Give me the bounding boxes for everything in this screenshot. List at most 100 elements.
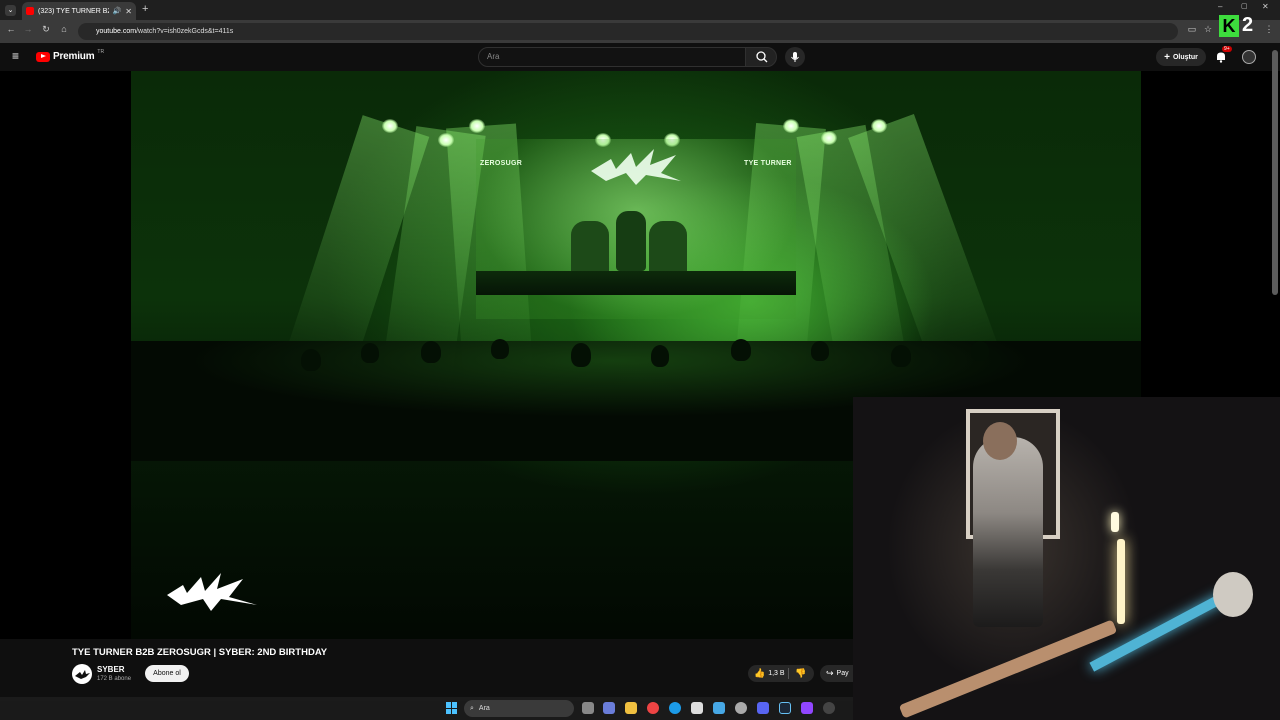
k2-logo: K 2 <box>1219 14 1253 37</box>
youtube-header: ≡ Premium TR Ara + Oluştur 9+ <box>0 43 1280 71</box>
page-scrollbar[interactable] <box>1272 50 1278 295</box>
windows-start-icon[interactable] <box>446 702 458 714</box>
desk-edge <box>898 619 1118 719</box>
like-button[interactable]: 👍 1,3 B <box>748 668 788 679</box>
tab-close-icon[interactable]: ✕ <box>125 7 132 16</box>
url-host: youtube.com <box>96 28 137 35</box>
stage-light <box>438 133 454 147</box>
stage-light <box>871 119 887 133</box>
crowd-head <box>361 343 379 363</box>
new-tab-button[interactable]: + <box>142 3 148 15</box>
obs-icon[interactable] <box>823 702 835 714</box>
channel-name[interactable]: SYBER <box>97 665 125 674</box>
stage-light <box>821 131 837 145</box>
reload-icon[interactable]: ↻ <box>39 24 53 35</box>
helmet <box>1213 572 1253 617</box>
crowd-head <box>571 343 591 367</box>
search-button[interactable] <box>745 47 777 67</box>
steam-icon[interactable] <box>779 702 791 714</box>
youtube-play-icon <box>36 51 50 62</box>
stage-light <box>783 119 799 133</box>
notification-badge: 9+ <box>1222 46 1232 52</box>
like-count: 1,3 B <box>768 670 785 677</box>
logo-text: Premium <box>53 51 95 62</box>
taskbar-search-icon: ⌕ <box>470 704 474 712</box>
bookmark-star-icon[interactable]: ☆ <box>1201 24 1215 35</box>
crowd-head <box>301 349 321 371</box>
store-icon[interactable] <box>691 702 703 714</box>
notifications-button[interactable] <box>1214 50 1228 64</box>
taskbar: ⌕ Ara <box>0 697 853 720</box>
crowd-head <box>491 339 509 359</box>
logo-region: TR <box>97 48 105 55</box>
light-tube <box>1117 539 1125 624</box>
create-button[interactable]: + Oluştur <box>1156 48 1206 66</box>
vscode-icon[interactable] <box>713 702 725 714</box>
person-head <box>983 422 1017 460</box>
k-logo-icon: K <box>1219 14 1239 37</box>
crowd-head <box>971 341 989 361</box>
stage-light <box>469 119 485 133</box>
voice-search-button[interactable] <box>785 47 805 67</box>
minimize-button[interactable]: – <box>1218 2 1222 11</box>
thumbs-down-icon: 👎 <box>795 668 807 678</box>
back-icon[interactable]: ← <box>4 24 18 34</box>
address-bar[interactable]: youtube.com/watch?v=ish0zekGcds&t=411s <box>78 23 1178 40</box>
video-info: TYE TURNER B2B ZEROSUGR | SYBER: 2ND BIR… <box>0 639 860 701</box>
person-figure <box>973 437 1043 627</box>
search-input[interactable]: Ara <box>478 47 746 67</box>
syber-logo-on-screen <box>591 149 681 185</box>
share-label: Pay <box>836 670 849 677</box>
stage-name-right: TYE TURNER <box>744 160 792 167</box>
create-label: Oluştur <box>1172 53 1198 61</box>
taskbar-search[interactable]: ⌕ Ara <box>464 700 574 717</box>
like-dislike-group: 👍 1,3 B 👎 <box>748 665 814 682</box>
dj-booth <box>476 271 796 295</box>
stage-light <box>382 119 398 133</box>
maximize-button[interactable]: ▢ <box>1241 2 1248 10</box>
cast-icon[interactable]: ▭ <box>1185 24 1199 35</box>
window-close-button[interactable]: ✕ <box>1262 2 1269 11</box>
crowd-head <box>891 345 911 367</box>
lamp-light <box>1111 512 1119 532</box>
microphone-icon <box>791 52 799 62</box>
tab-search-button[interactable]: ⌄ <box>5 5 16 16</box>
bell-icon <box>1217 52 1225 63</box>
plus-icon: + <box>1164 51 1170 63</box>
browser-tab[interactable]: (323) TYE TURNER B2B ZE 🔊 ✕ <box>22 2 136 20</box>
subscribe-button[interactable]: Abone ol <box>145 665 189 682</box>
video-title: TYE TURNER B2B ZEROSUGR | SYBER: 2ND BIR… <box>72 647 328 658</box>
settings-gear-icon[interactable] <box>735 702 747 714</box>
home-icon[interactable]: ⌂ <box>57 24 71 34</box>
twitch-icon[interactable] <box>801 702 813 714</box>
crowd-head <box>651 345 669 367</box>
syber-logo-icon <box>75 670 90 679</box>
webcam-overlay <box>853 397 1280 720</box>
k2-logo-number: 2 <box>1242 14 1254 36</box>
task-view-icon[interactable] <box>582 702 594 714</box>
browser-tab-strip: ⌄ (323) TYE TURNER B2B ZE 🔊 ✕ + – ▢ ✕ <box>0 0 1280 20</box>
channel-avatar[interactable] <box>72 664 92 684</box>
taskbar-search-label: Ara <box>478 705 490 712</box>
forward-icon[interactable]: → <box>21 24 35 34</box>
youtube-favicon-icon <box>26 7 34 15</box>
thumbs-up-icon: 👍 <box>754 668 766 678</box>
speaker-icon[interactable]: 🔊 <box>113 7 122 15</box>
crowd-head <box>421 341 441 363</box>
dislike-button[interactable]: 👎 <box>789 668 806 679</box>
browser-toolbar: ← → ↻ ⌂ youtube.com/watch?v=ish0zekGcds&… <box>0 20 1280 43</box>
file-explorer-icon[interactable] <box>625 702 637 714</box>
discord-icon[interactable] <box>757 702 769 714</box>
chrome-icon[interactable] <box>647 702 659 714</box>
browser-menu-icon[interactable]: ⋮ <box>1262 24 1276 35</box>
dj-figure <box>571 221 609 276</box>
share-icon: ↪ <box>826 668 834 678</box>
account-avatar[interactable] <box>1242 50 1256 64</box>
dj-figure <box>616 211 646 271</box>
search-icon <box>756 51 768 63</box>
copilot-icon[interactable] <box>603 702 615 714</box>
youtube-logo[interactable]: Premium TR <box>36 48 105 62</box>
subscriber-count: 172 B abone <box>97 676 132 682</box>
edge-icon[interactable] <box>669 702 681 714</box>
menu-icon[interactable]: ≡ <box>12 50 19 62</box>
